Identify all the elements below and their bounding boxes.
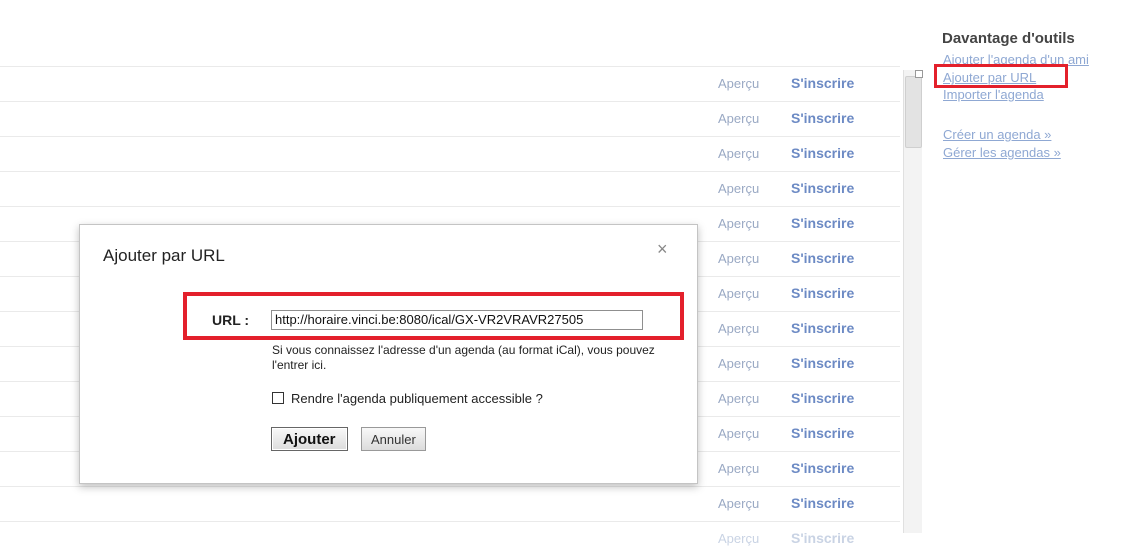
scrollbar[interactable] bbox=[903, 70, 922, 533]
table-row: Aperçu S'inscrire bbox=[0, 66, 900, 101]
preview-link[interactable]: Aperçu bbox=[718, 146, 759, 161]
preview-link[interactable]: Aperçu bbox=[718, 111, 759, 126]
highlight-box bbox=[934, 64, 1068, 88]
manage-calendars-link[interactable]: Gérer les agendas » bbox=[943, 145, 1061, 160]
subscribe-link[interactable]: S'inscrire bbox=[791, 75, 854, 91]
scrollbar-thumb[interactable] bbox=[905, 76, 922, 148]
preview-link[interactable]: Aperçu bbox=[718, 426, 759, 441]
subscribe-link[interactable]: S'inscrire bbox=[791, 355, 854, 371]
url-help-text: Si vous connaissez l'adresse d'un agenda… bbox=[272, 343, 655, 372]
right-panel: Davantage d'outils Ajouter l'agenda d'un… bbox=[915, 0, 1122, 533]
more-tools-title: Davantage d'outils bbox=[942, 30, 1075, 47]
create-calendar-link[interactable]: Créer un agenda » bbox=[943, 127, 1051, 142]
subscribe-link[interactable]: S'inscrire bbox=[791, 110, 854, 126]
table-row: Aperçu S'inscrire bbox=[0, 521, 900, 556]
collapse-icon[interactable] bbox=[915, 70, 923, 78]
table-row: Aperçu S'inscrire bbox=[0, 486, 900, 521]
preview-link[interactable]: Aperçu bbox=[718, 356, 759, 371]
subscribe-link[interactable]: S'inscrire bbox=[791, 180, 854, 196]
close-icon[interactable]: × bbox=[657, 239, 668, 260]
preview-link[interactable]: Aperçu bbox=[718, 461, 759, 476]
preview-link[interactable]: Aperçu bbox=[718, 181, 759, 196]
subscribe-link[interactable]: S'inscrire bbox=[791, 285, 854, 301]
add-button[interactable]: Ajouter bbox=[271, 427, 348, 451]
public-option[interactable]: Rendre l'agenda publiquement accessible … bbox=[272, 391, 543, 406]
subscribe-link[interactable]: S'inscrire bbox=[791, 460, 854, 476]
subscribe-link[interactable]: S'inscrire bbox=[791, 320, 854, 336]
subscribe-link[interactable]: S'inscrire bbox=[791, 145, 854, 161]
public-checkbox[interactable] bbox=[272, 392, 284, 404]
preview-link[interactable]: Aperçu bbox=[718, 496, 759, 511]
preview-link[interactable]: Aperçu bbox=[718, 531, 759, 546]
import-calendar-link[interactable]: Importer l'agenda bbox=[943, 87, 1044, 102]
preview-link[interactable]: Aperçu bbox=[718, 286, 759, 301]
table-row: Aperçu S'inscrire bbox=[0, 171, 900, 206]
table-row: Aperçu S'inscrire bbox=[0, 136, 900, 171]
subscribe-link[interactable]: S'inscrire bbox=[791, 390, 854, 406]
subscribe-link[interactable]: S'inscrire bbox=[791, 495, 854, 511]
preview-link[interactable]: Aperçu bbox=[718, 391, 759, 406]
table-row: Aperçu S'inscrire bbox=[0, 101, 900, 136]
public-label: Rendre l'agenda publiquement accessible … bbox=[291, 391, 543, 406]
preview-link[interactable]: Aperçu bbox=[718, 216, 759, 231]
subscribe-link[interactable]: S'inscrire bbox=[791, 530, 854, 546]
preview-link[interactable]: Aperçu bbox=[718, 251, 759, 266]
preview-link[interactable]: Aperçu bbox=[718, 76, 759, 91]
highlight-box bbox=[183, 292, 684, 340]
dialog-title: Ajouter par URL bbox=[103, 246, 225, 265]
subscribe-link[interactable]: S'inscrire bbox=[791, 250, 854, 266]
subscribe-link[interactable]: S'inscrire bbox=[791, 425, 854, 441]
preview-link[interactable]: Aperçu bbox=[718, 321, 759, 336]
add-by-url-dialog: Ajouter par URL × URL : http://horaire.v… bbox=[79, 224, 698, 484]
subscribe-link[interactable]: S'inscrire bbox=[791, 215, 854, 231]
cancel-button[interactable]: Annuler bbox=[361, 427, 426, 451]
